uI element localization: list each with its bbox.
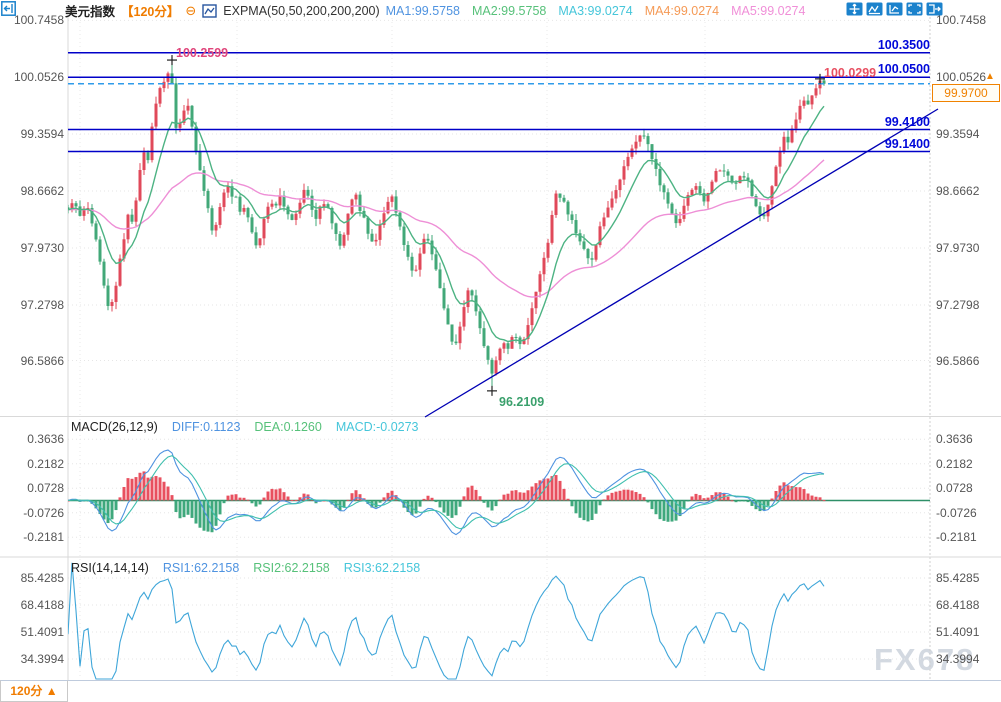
- trading-chart-app: FX678 美元指数 【120分】 ⊖ EXPMA(50,50,200,200,…: [0, 0, 1001, 702]
- chart-canvas: [0, 0, 1001, 702]
- current-price-tag: 99.9700: [932, 84, 1000, 102]
- dock-left-icon[interactable]: [1, 1, 16, 16]
- chart-toolbar: [846, 2, 943, 16]
- instrument-title: 美元指数: [65, 1, 115, 20]
- time-axis-bar: [0, 680, 1001, 702]
- ma-value: MA5:99.0274: [731, 4, 805, 18]
- axis-scale-icon[interactable]: [886, 2, 903, 16]
- ma-values: MA1:99.5758 MA2:99.5758 MA3:99.0274 MA4:99.…: [386, 4, 806, 18]
- macd-diff-value: DIFF:0.1123: [172, 420, 241, 434]
- macd-title: MACD(26,12,9): [71, 420, 158, 434]
- period-tag[interactable]: 【120分】: [121, 1, 179, 20]
- annotation-low: 96.2109: [499, 395, 544, 409]
- rsi1-value: RSI1:62.2158: [163, 561, 239, 575]
- fullscreen-icon[interactable]: [906, 2, 923, 16]
- rsi-header: RSI(14,14,14) RSI1:62.2158 RSI2:62.2158 …: [71, 561, 420, 575]
- pan-icon[interactable]: [846, 2, 863, 16]
- exit-icon[interactable]: [926, 2, 943, 16]
- chart-header: 美元指数 【120分】 ⊖ EXPMA(50,50,200,200,200) M…: [0, 0, 1001, 17]
- ma-value: MA1:99.5758: [386, 4, 460, 18]
- rsi3-value: RSI3:62.2158: [344, 561, 420, 575]
- macd-header: MACD(26,12,9) DIFF:0.1123 DEA:0.1260 MAC…: [71, 420, 419, 434]
- price-up-arrow-icon: ▲: [985, 71, 995, 82]
- ma-value: MA2:99.5758: [472, 4, 546, 18]
- annotation-peak-high: 100.2599: [176, 46, 228, 60]
- annotation-recent-high: 100.0299: [824, 66, 876, 80]
- ma-value: MA3:99.0274: [558, 4, 632, 18]
- indicator-label: EXPMA(50,50,200,200,200): [223, 4, 379, 18]
- rsi-title: RSI(14,14,14): [71, 561, 149, 575]
- macd-dea-value: DEA:0.1260: [254, 420, 321, 434]
- rsi2-value: RSI2:62.2158: [253, 561, 329, 575]
- ma-value: MA4:99.0274: [645, 4, 719, 18]
- indicator-chart-icon: [202, 4, 217, 18]
- indicator-window-icon[interactable]: [866, 2, 883, 16]
- macd-value: MACD:-0.0273: [336, 420, 419, 434]
- period-selector[interactable]: 120分 ▲: [0, 680, 68, 702]
- zoom-out-icon[interactable]: ⊖: [185, 4, 196, 17]
